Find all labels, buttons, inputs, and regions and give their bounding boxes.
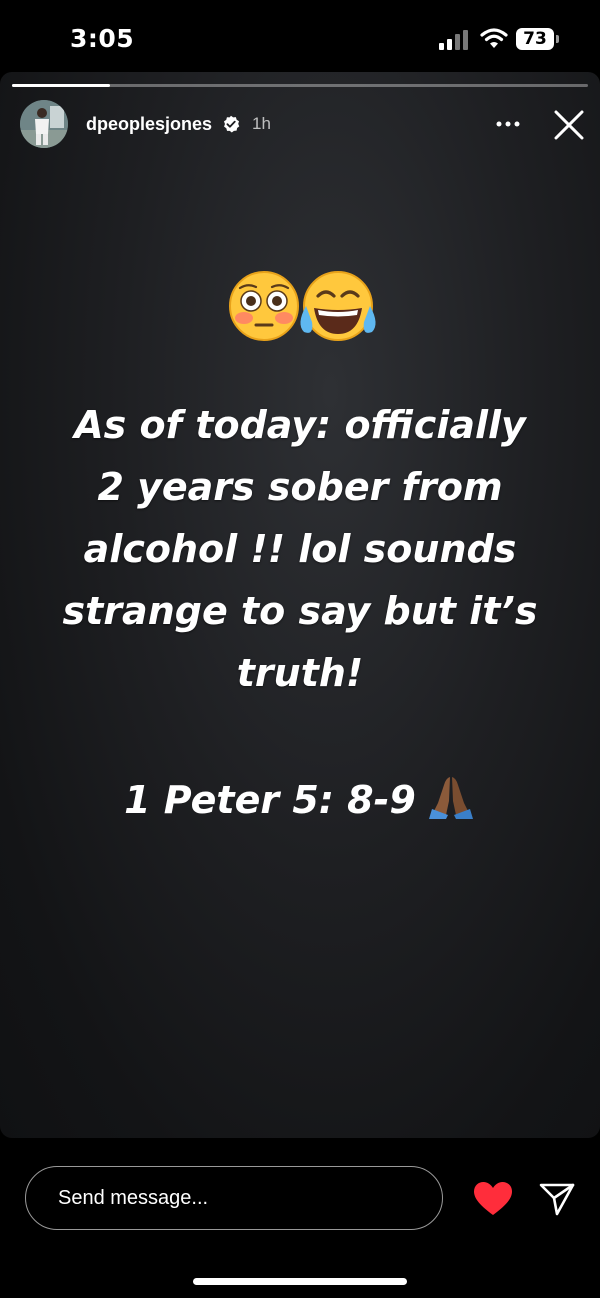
story-verse: 1 Peter 5: 8-9: [124, 778, 416, 822]
send-message-placeholder: Send message...: [58, 1187, 209, 1209]
folded-hands-emoji: [428, 777, 473, 819]
send-message-input[interactable]: Send message...: [25, 1166, 443, 1230]
like-heart-icon[interactable]: [473, 1181, 513, 1217]
wifi-icon: [480, 28, 508, 48]
story-username[interactable]: dpeoplesjones: [86, 114, 212, 135]
status-bar: 3:05 73: [0, 0, 600, 76]
cellular-signal-icon: [439, 30, 468, 50]
face-with-tears-of-joy-emoji: [300, 271, 376, 341]
story-card[interactable]: dpeoplesjones 1h As of today: officially…: [0, 72, 600, 1138]
story-emojis: [229, 271, 376, 341]
home-indicator[interactable]: [193, 1278, 407, 1285]
more-options-icon[interactable]: [494, 112, 522, 136]
story-progress-fill: [12, 84, 110, 87]
status-time: 3:05: [70, 24, 135, 53]
battery-tip: [556, 35, 559, 43]
avatar[interactable]: [20, 100, 68, 148]
story-caption: As of today: officially 2 years sober fr…: [62, 403, 538, 695]
verified-badge-icon: [223, 115, 240, 133]
battery-icon: 73: [516, 28, 560, 50]
flushed-face-emoji: [229, 271, 299, 341]
story-time-ago: 1h: [252, 114, 271, 133]
story-verse-line: 1 Peter 5: 8-9: [0, 770, 600, 830]
battery-level: 73: [516, 28, 554, 50]
story-progress-bar: [12, 84, 588, 87]
avatar-photo: [20, 100, 68, 148]
send-icon[interactable]: [538, 1180, 576, 1218]
close-icon[interactable]: [552, 108, 586, 142]
